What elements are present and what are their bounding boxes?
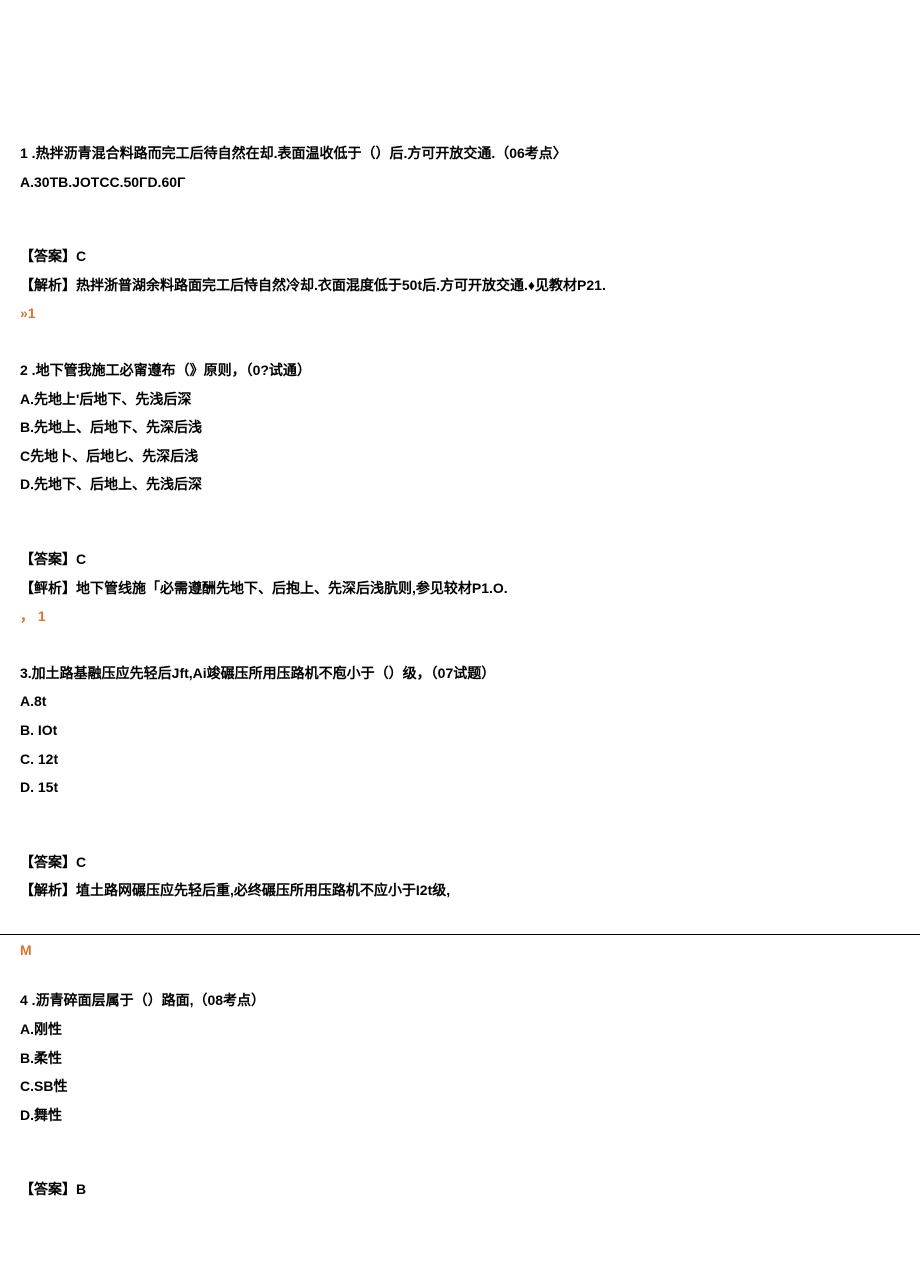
question-4-answer: 【答案】B [20,1176,900,1203]
question-4-option-c: C.SB性 [20,1073,900,1100]
question-3-text: 3.加土路基融压应先轻后Jft,Ai竣碾压所用压路机不庖小于（）级，（07试题） [20,660,900,687]
question-2-analysis: 【鲆析】地下管线施「必需遵酬先地下、后抱上、先深后浅肮则,参见较材P1.O. [20,575,900,602]
question-2: 2 .地下管我施工必甯遵布（》原则，（0?试通） A.先地上'后地下、先浅后深 … [20,357,900,630]
question-2-marker: ， 1 [20,603,900,630]
question-1-analysis: 【解析】热拌浙普湖余料路面完工后恃自然冷却.衣面混度低于50t后.方可开放交通.… [20,272,900,299]
divider-line [0,934,920,935]
question-3-answer: 【答案】C [20,849,900,876]
question-2-option-c: C先地卜、后地匕、先深后浅 [20,443,900,470]
question-3-option-d: D. 15t [20,774,900,801]
question-1-text: 1 .热拌沥青混合料路而完工后待自然在却.表面温收低于（）后.方可开放交通.（0… [20,140,900,167]
question-1-marker: »1 [20,300,900,327]
question-3: 3.加土路基融压应先轻后Jft,Ai竣碾压所用压路机不庖小于（）级，（07试题）… [20,660,900,904]
question-2-option-d: D.先地下、后地上、先浅后深 [20,471,900,498]
question-3-option-c: C. 12t [20,746,900,773]
question-4: 4 .沥青碎面层属于（）路面,（08考点） A.刚性 B.柔性 C.SB性 D.… [20,987,900,1203]
question-2-option-a: A.先地上'后地下、先浅后深 [20,386,900,413]
question-4-text: 4 .沥青碎面层属于（）路面,（08考点） [20,987,900,1014]
question-3-marker: M [20,937,900,964]
question-3-option-b: B. IOt [20,717,900,744]
question-1-options: A.30TB.JOTCC.50ΓD.60Γ [20,169,900,196]
question-4-option-a: A.刚性 [20,1016,900,1043]
question-1-answer: 【答案】C [20,243,900,270]
question-1: 1 .热拌沥青混合料路而完工后待自然在却.表面温收低于（）后.方可开放交通.（0… [20,140,900,327]
question-4-option-d: D.舞性 [20,1102,900,1129]
question-2-answer: 【答案】C [20,546,900,573]
question-3-analysis: 【解析】埴土路网碾压应先轻后重,必终碾压所用压路机不应小于I2t级, [20,877,900,904]
question-2-text: 2 .地下管我施工必甯遵布（》原则，（0?试通） [20,357,900,384]
question-4-option-b: B.柔性 [20,1045,900,1072]
question-2-option-b: B.先地上、后地下、先深后浅 [20,414,900,441]
question-3-option-a: A.8t [20,688,900,715]
